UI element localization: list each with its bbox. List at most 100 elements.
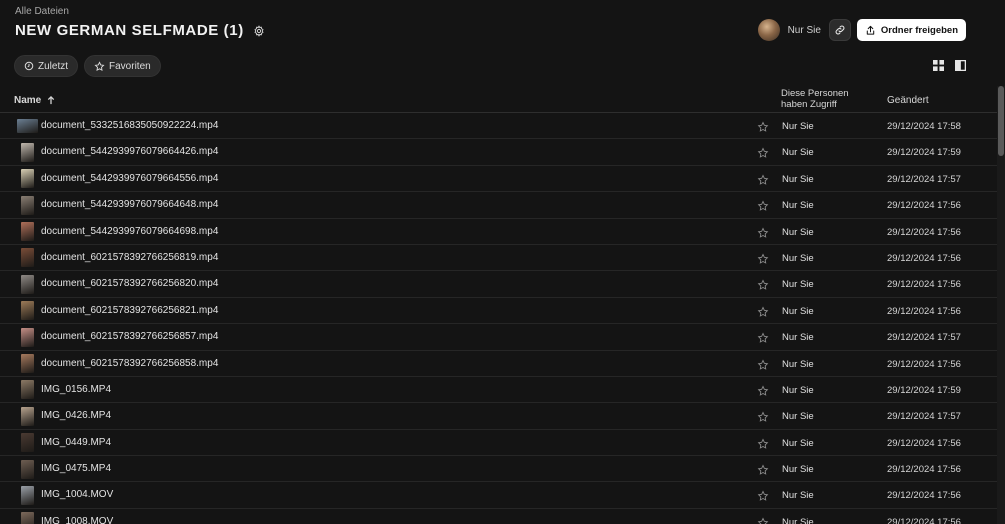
changed-date: 29/12/2024 17:58 (887, 121, 961, 132)
table-row[interactable]: document_6021578392766256819.mp4 Nur Sie… (0, 245, 997, 272)
file-name[interactable]: document_5442939976079664698.mp4 (41, 226, 218, 237)
video-thumbnail[interactable] (17, 459, 38, 479)
video-thumbnail[interactable] (17, 169, 38, 189)
changed-date: 29/12/2024 17:56 (887, 279, 961, 291)
view-toggles (932, 59, 967, 72)
video-thumbnail[interactable] (17, 116, 38, 136)
table-row[interactable]: IMG_0156.MP4 Nur Sie 29/12/2024 17:59 (0, 377, 997, 404)
grid-view-icon[interactable] (932, 59, 945, 72)
copy-link-button[interactable] (828, 19, 851, 41)
changed-date: 29/12/2024 17:56 (887, 516, 961, 524)
breadcrumb[interactable]: Alle Dateien (15, 6, 69, 17)
column-name[interactable]: Name (14, 95, 55, 106)
file-table: Name Diese Personen haben Zugriff Geände… (0, 86, 997, 524)
access-label: Nur Sie (782, 305, 814, 317)
table-row[interactable]: document_5442939976079664698.mp4 Nur Sie… (0, 219, 997, 245)
video-thumbnail[interactable] (17, 380, 38, 400)
file-name[interactable]: IMG_1004.MOV (41, 489, 113, 500)
file-name[interactable]: document_6021578392766256858.mp4 (41, 358, 218, 369)
file-name[interactable]: document_6021578392766256821.mp4 (41, 305, 218, 316)
changed-date: 29/12/2024 17:57 (887, 411, 961, 423)
changed-date: 29/12/2024 17:56 (887, 252, 961, 264)
file-name[interactable]: IMG_0449.MP4 (41, 437, 111, 448)
scrollbar[interactable] (997, 86, 1005, 524)
favorite-star-icon[interactable] (757, 199, 769, 211)
favorite-star-icon[interactable] (757, 516, 769, 524)
filter-favorites[interactable]: Favoriten (84, 55, 161, 77)
video-thumbnail[interactable] (17, 222, 38, 242)
favorite-star-icon[interactable] (757, 252, 769, 264)
filter-recent[interactable]: Zuletzt (14, 55, 79, 77)
file-name[interactable]: document_6021578392766256820.mp4 (41, 278, 218, 289)
video-thumbnail[interactable] (17, 301, 38, 321)
file-name[interactable]: IMG_0156.MP4 (41, 384, 111, 395)
access-label: Nur Sie (782, 121, 814, 132)
favorite-star-icon[interactable] (757, 384, 769, 396)
file-name[interactable]: IMG_0426.MP4 (41, 410, 111, 421)
favorite-star-icon[interactable] (757, 463, 769, 475)
file-name[interactable]: document_6021578392766256819.mp4 (41, 252, 218, 263)
video-thumbnail[interactable] (17, 327, 38, 347)
video-thumbnail[interactable] (17, 142, 38, 162)
filter-recent-label: Zuletzt (38, 60, 69, 72)
title-row: NEW GERMAN SELFMADE (1) (15, 22, 266, 39)
file-name[interactable]: document_5442939976079664648.mp4 (41, 199, 218, 210)
file-name[interactable]: document_6021578392766256857.mp4 (41, 331, 218, 342)
scrollbar-thumb[interactable] (998, 86, 1004, 156)
video-thumbnail[interactable] (17, 195, 38, 215)
table-row[interactable]: IMG_0449.MP4 Nur Sie 29/12/2024 17:56 (0, 430, 997, 457)
table-row[interactable]: IMG_1008.MOV Nur Sie 29/12/2024 17:56 (0, 509, 997, 524)
table-row[interactable]: document_5332516835050922224.mp4 Nur Sie… (0, 113, 997, 140)
link-icon (835, 25, 845, 35)
sidebar-panel-icon[interactable] (954, 59, 967, 72)
table-row[interactable]: document_6021578392766256858.mp4 Nur Sie… (0, 351, 997, 377)
file-name[interactable]: document_5332516835050922224.mp4 (41, 120, 218, 131)
table-row[interactable]: document_6021578392766256820.mp4 Nur Sie… (0, 271, 997, 298)
favorite-star-icon[interactable] (757, 173, 769, 185)
file-name[interactable]: IMG_0475.MP4 (41, 463, 111, 474)
favorite-star-icon[interactable] (757, 489, 769, 502)
video-thumbnail[interactable] (17, 512, 38, 524)
file-name[interactable]: IMG_1008.MOV (41, 516, 113, 524)
table-row[interactable]: IMG_0426.MP4 Nur Sie 29/12/2024 17:57 (0, 403, 997, 430)
gear-icon[interactable] (252, 24, 266, 38)
favorite-star-icon[interactable] (757, 278, 769, 291)
column-access[interactable]: Diese Personen haben Zugriff (781, 88, 871, 110)
favorite-star-icon[interactable] (757, 331, 769, 343)
favorite-star-icon[interactable] (757, 120, 769, 132)
favorite-star-icon[interactable] (757, 305, 769, 317)
video-thumbnail[interactable] (17, 485, 38, 505)
avatar[interactable] (757, 19, 780, 41)
favorite-star-icon[interactable] (757, 410, 769, 423)
share-folder-button[interactable]: Ordner freigeben (856, 19, 966, 41)
file-name[interactable]: document_5442939976079664556.mp4 (41, 173, 218, 184)
favorite-star-icon[interactable] (757, 226, 769, 238)
share-area: Nur Sie Ordner freigeben (757, 19, 966, 41)
table-row[interactable]: document_5442939976079664556.mp4 Nur Sie… (0, 166, 997, 193)
table-row[interactable]: IMG_0475.MP4 Nur Sie 29/12/2024 17:56 (0, 456, 997, 483)
table-row[interactable]: IMG_1004.MOV Nur Sie 29/12/2024 17:56 (0, 482, 997, 509)
access-label: Nur Sie (782, 490, 814, 502)
favorite-star-icon[interactable] (757, 358, 769, 370)
table-header: Name Diese Personen haben Zugriff Geände… (0, 86, 997, 113)
table-row[interactable]: document_5442939976079664426.mp4 Nur Sie… (0, 139, 997, 166)
video-thumbnail[interactable] (17, 406, 38, 426)
favorite-star-icon[interactable] (757, 146, 769, 159)
access-label: Nur Sie (782, 411, 814, 423)
favorite-star-icon[interactable] (757, 437, 769, 449)
video-thumbnail[interactable] (17, 354, 38, 374)
table-row[interactable]: document_6021578392766256821.mp4 Nur Sie… (0, 298, 997, 325)
file-name[interactable]: document_5442939976079664426.mp4 (41, 146, 218, 157)
page-title: NEW GERMAN SELFMADE (1) (15, 22, 244, 39)
video-thumbnail[interactable] (17, 274, 38, 294)
changed-date: 29/12/2024 17:56 (887, 305, 961, 317)
filter-favorites-label: Favoriten (109, 60, 151, 72)
table-row[interactable]: document_6021578392766256857.mp4 Nur Sie… (0, 324, 997, 351)
table-row[interactable]: document_5442939976079664648.mp4 Nur Sie… (0, 192, 997, 219)
column-name-label: Name (14, 95, 42, 106)
video-thumbnail[interactable] (17, 433, 38, 453)
changed-date: 29/12/2024 17:56 (887, 490, 961, 502)
column-changed[interactable]: Geändert (887, 95, 929, 106)
changed-date: 29/12/2024 17:59 (887, 384, 961, 396)
video-thumbnail[interactable] (17, 248, 38, 268)
